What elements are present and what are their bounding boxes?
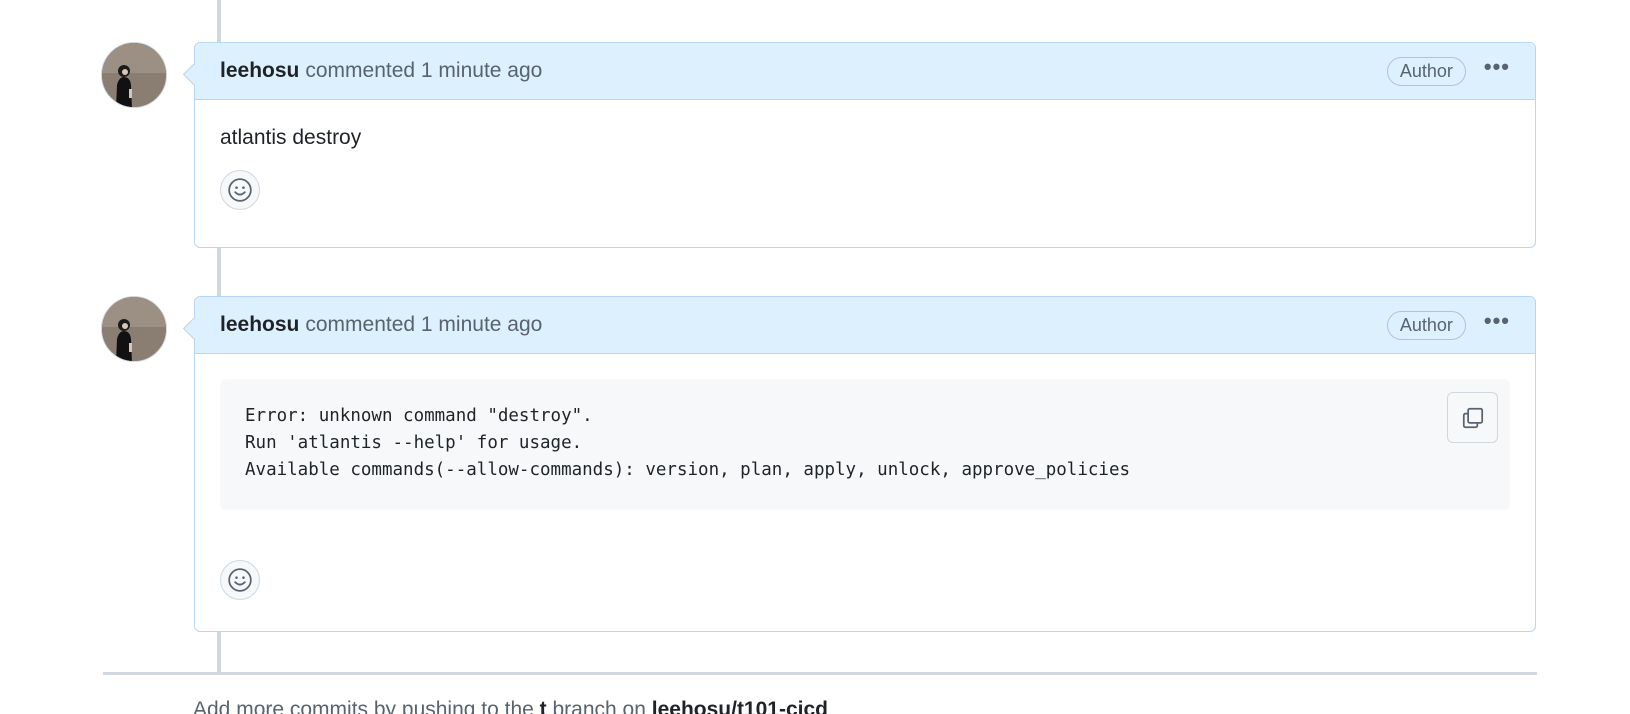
smiley-icon bbox=[228, 178, 252, 202]
comment-header: leehosu commented 1 minute ago Author ••… bbox=[195, 43, 1535, 100]
author-badge: Author bbox=[1386, 310, 1466, 340]
avatar-image bbox=[102, 43, 166, 107]
timeline-divider bbox=[103, 672, 1537, 675]
push-commits-hint: Add more commits by pushing to the t bra… bbox=[193, 698, 828, 714]
kebab-horizontal-icon[interactable]: ••• bbox=[1484, 56, 1510, 78]
comment-header-actions: Author ••• bbox=[1386, 310, 1510, 340]
comment-box: leehosu commented 1 minute ago Author ••… bbox=[182, 42, 1536, 248]
comment-header-actions: Author ••• bbox=[1386, 56, 1510, 86]
copy-icon bbox=[1462, 407, 1483, 428]
copy-button[interactable] bbox=[1447, 392, 1498, 443]
avatar[interactable] bbox=[101, 42, 167, 108]
avatar[interactable] bbox=[101, 296, 167, 362]
hint-middle: branch on bbox=[546, 698, 652, 714]
kebab-horizontal-icon[interactable]: ••• bbox=[1484, 310, 1510, 332]
code-line: Error: unknown command "destroy". bbox=[245, 406, 593, 426]
add-reaction-button[interactable] bbox=[220, 560, 260, 600]
author-badge: Author bbox=[1386, 56, 1466, 86]
code-line: Run 'atlantis --help' for usage. bbox=[245, 433, 583, 453]
comment-header: leehosu commented 1 minute ago Author ••… bbox=[195, 297, 1535, 354]
comment-author[interactable]: leehosu bbox=[220, 313, 299, 337]
hint-repo[interactable]: leehosu/t101-cicd bbox=[652, 698, 828, 714]
smiley-icon bbox=[228, 568, 252, 592]
comment-body: Error: unknown command "destroy". Run 'at… bbox=[195, 354, 1535, 600]
comment-timestamp[interactable]: commented 1 minute ago bbox=[305, 59, 542, 83]
avatar-image bbox=[102, 297, 166, 361]
pr-timeline: leehosu commented 1 minute ago Author ••… bbox=[0, 0, 1630, 714]
code-line: Available commands(--allow-commands): ve… bbox=[245, 460, 1131, 480]
hint-branch[interactable]: t bbox=[540, 698, 547, 714]
hint-prefix: Add more commits by pushing to the bbox=[193, 698, 540, 714]
comment-timestamp[interactable]: commented 1 minute ago bbox=[305, 313, 542, 337]
comment-text: atlantis destroy bbox=[220, 126, 362, 149]
code-block[interactable]: Error: unknown command "destroy". Run 'at… bbox=[220, 379, 1510, 510]
comment-author[interactable]: leehosu bbox=[220, 59, 299, 83]
comment-body: atlantis destroy bbox=[195, 100, 1535, 210]
comment-box: leehosu commented 1 minute ago Author ••… bbox=[182, 296, 1536, 632]
add-reaction-button[interactable] bbox=[220, 170, 260, 210]
